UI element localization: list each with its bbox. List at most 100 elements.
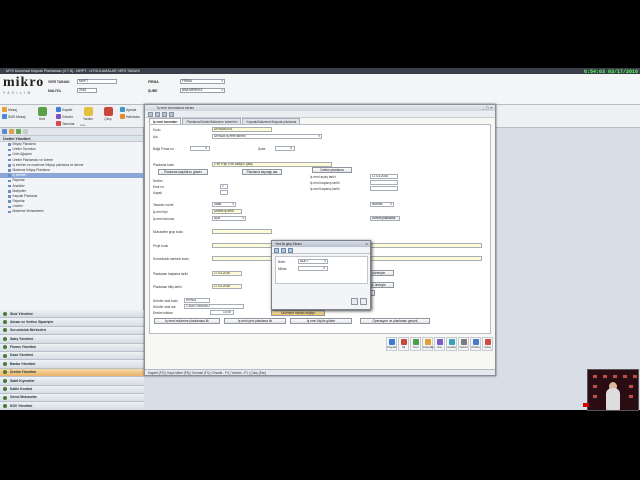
material-planning-button[interactable]: İş emri malzeme planlaması ilk	[154, 318, 220, 324]
closing-date2-field[interactable]	[370, 186, 398, 191]
send-tool-button[interactable]: Gönder	[56, 114, 73, 119]
presenter-body	[606, 388, 620, 410]
product-name-field[interactable]: 1 ADLI URUNLU	[184, 304, 244, 309]
status-bar: Kaydet (F2) | Kayıt silme (F8) | Sonraki…	[145, 369, 495, 375]
action-button[interactable]: Ayarla	[446, 337, 457, 351]
order-no-label: Emir no	[153, 185, 164, 189]
unit-select[interactable]: ADET	[298, 259, 328, 264]
action-button[interactable]: Kaydet	[386, 337, 397, 351]
db-field[interactable]: MRPT	[77, 79, 117, 84]
new-planning-button[interactable]: İş emri yeni planlama ilk	[224, 318, 286, 324]
name-field[interactable]: URNUB İş emri tanımı	[212, 134, 322, 139]
product-quantity-button[interactable]: Ürünlerin miktarı değişir	[271, 310, 325, 316]
tree-node-icon	[8, 210, 11, 214]
action-button[interactable]: Önizle	[470, 337, 481, 351]
opening-date-field[interactable]: 17.03.2016	[370, 174, 398, 179]
operations-real-button[interactable]: Operasyon ve planlanan gerçek	[360, 318, 430, 324]
opening-date-label: İş emri açılış tarihi	[310, 175, 336, 179]
dialog-ok-icon[interactable]	[351, 298, 358, 305]
code-field[interactable]: URNUB0001	[212, 127, 272, 132]
unit-label: Birim	[278, 260, 286, 264]
order-type-field[interactable]: Üretim iş emri	[212, 209, 242, 214]
module-icon	[3, 378, 7, 383]
filter-icon[interactable]	[169, 111, 174, 117]
window-action-bar: Kaydet Sil Yeni Kopyala Ara Ayarla Yazdır Önizl…	[386, 337, 493, 351]
sidebar-module[interactable]: KDV Yönetimi	[0, 402, 144, 410]
year-field[interactable]: 2016	[77, 88, 97, 93]
window-controls[interactable]: _ ▢ ✕	[483, 105, 493, 111]
planned-start-date[interactable]: 17.03.2016	[212, 271, 242, 276]
assign-planning-resource-button[interactable]: Planlama kaynağı ata	[242, 169, 282, 175]
exit-icon	[103, 107, 113, 116]
design-ref-select[interactable]: Sabit	[212, 202, 236, 207]
action-button[interactable]: Sil	[398, 337, 409, 351]
app-header: mikro YAZILIM VERİ TABANI MRPT MALİYIL 2…	[0, 74, 640, 105]
show-measure-button[interactable]: İş emri ölçüle göster	[290, 318, 352, 324]
print-icon[interactable]	[162, 111, 167, 117]
new-entry-dialog: Yeni ilk giriş Ekranı ✕ Birim ADET Mikta…	[271, 240, 371, 310]
search-icon[interactable]	[23, 129, 28, 134]
window-title-bar: İş emri tanımlama ekranı _ ▢ ✕	[145, 105, 495, 111]
branch-select[interactable]: ANA MERKEZ	[180, 88, 225, 93]
action-button[interactable]: Ara	[434, 337, 445, 351]
dialog-title: Yeni ilk giriş Ekranı	[275, 242, 302, 246]
dialog-cancel-icon[interactable]	[360, 298, 367, 305]
planned-end-label: Planlanan bitiş tarihi	[153, 285, 182, 289]
order-no-field[interactable]: 1	[220, 184, 228, 189]
exit-button[interactable]: Çıkış	[100, 106, 116, 126]
production-planning-button[interactable]: Üretim planlama	[312, 167, 352, 173]
module-icon	[3, 370, 7, 375]
action-button[interactable]: Çıkış	[482, 337, 493, 351]
company-label: FİRMA	[148, 80, 159, 84]
tree-node-icon	[8, 164, 11, 167]
action-button[interactable]: Yeni	[410, 337, 421, 351]
message-button[interactable]: Mesaj	[2, 107, 17, 112]
priority-label: Bağlı Firma no	[153, 147, 174, 151]
reminder-button[interactable]: Hatırlatıcı	[120, 114, 140, 119]
tree-node-icon	[8, 143, 11, 146]
dialog-save-icon[interactable]	[281, 247, 286, 253]
closing-date-label: İş emri kapanış tarihi	[310, 181, 340, 185]
refresh-icon[interactable]	[16, 129, 21, 134]
module-icon	[3, 336, 7, 341]
action-button[interactable]: Yazdır	[458, 337, 469, 351]
product-code-field[interactable]: URN01	[184, 298, 210, 303]
closing-date-field[interactable]	[370, 180, 398, 185]
quantity-label: Üretim miktarı	[153, 311, 173, 315]
planned-end-date[interactable]: 17.03.2016	[212, 284, 242, 289]
product-name-label: Ürünler stok adı	[153, 305, 176, 309]
dialog-close-icon[interactable]: ✕	[365, 241, 368, 247]
logo-subtext: YAZILIM	[3, 91, 33, 95]
action-button[interactable]: Kopyala	[422, 337, 434, 351]
folder-icon[interactable]	[9, 129, 14, 134]
planned-start-label: Planlanan başlama tarihi	[153, 272, 188, 276]
dialog-delete-icon[interactable]	[288, 247, 293, 253]
new-icon[interactable]	[148, 111, 153, 117]
quantity-field[interactable]: 10,00	[210, 310, 234, 315]
tree-node-icon	[8, 195, 11, 198]
sms-button[interactable]: SMS Mesajı	[2, 114, 26, 119]
closed-field[interactable]	[220, 190, 228, 195]
dialog-quantity-field[interactable]: 0	[298, 266, 328, 271]
priority-field[interactable]: 0	[190, 146, 210, 151]
definitions-button[interactable]: Tanımlar	[56, 121, 75, 126]
save-tool-button[interactable]: Kaydet	[56, 107, 72, 112]
branch-no-label: Şube	[258, 147, 266, 151]
open-icon[interactable]	[155, 111, 160, 117]
accounting-group-field[interactable]	[212, 229, 272, 234]
planning-code-label: Planlama kodu	[153, 163, 175, 167]
sidebar-tree-item[interactable]: Malzeme Muhasebesi	[0, 209, 143, 214]
company-select[interactable]: FİRMA	[180, 79, 225, 84]
agenda-button[interactable]: Ajanda	[120, 107, 136, 112]
normal-select[interactable]: Normal	[370, 202, 394, 207]
home-icon[interactable]	[2, 129, 7, 134]
dialog-new-icon[interactable]	[274, 247, 279, 253]
project-code-label: Proje kodu	[153, 244, 169, 248]
order-status-select[interactable]: Açık	[212, 216, 246, 221]
save-icon	[56, 107, 61, 112]
branch-no-field[interactable]: 0	[275, 146, 295, 151]
quick-icon	[37, 107, 47, 116]
send-icon	[56, 114, 61, 119]
quick-button[interactable]: Hızlı	[34, 106, 50, 126]
show-planning-records-button[interactable]: Planlama kayıtlarını göster	[158, 169, 208, 175]
